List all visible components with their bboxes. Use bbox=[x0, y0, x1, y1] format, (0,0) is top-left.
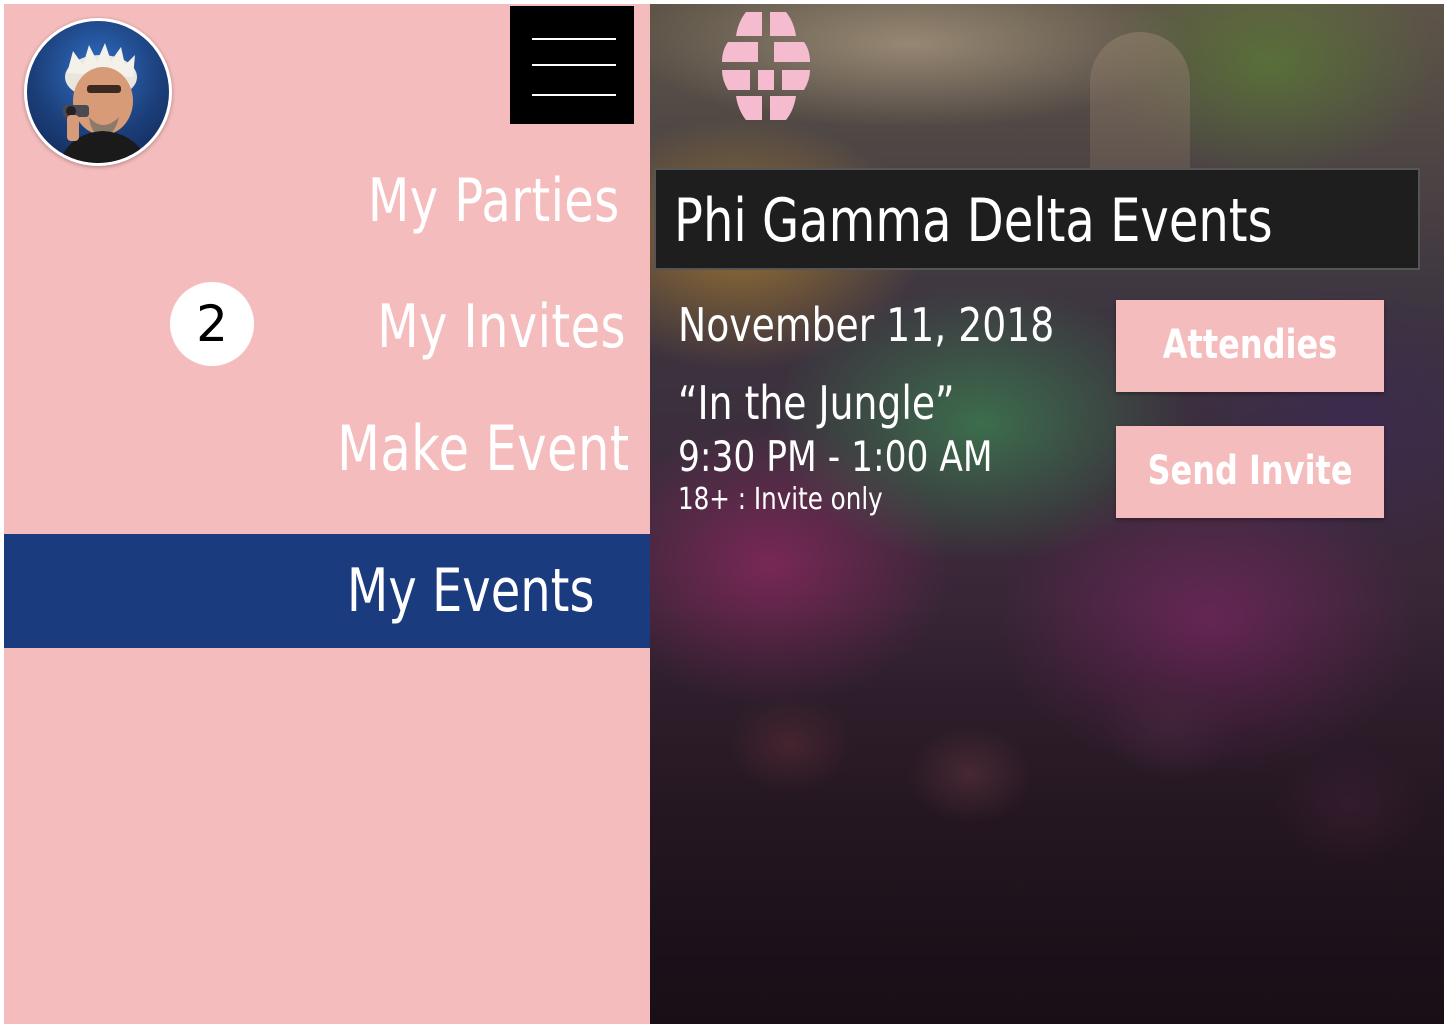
background-temple bbox=[1090, 32, 1190, 172]
attendees-button-label: Attendies bbox=[1162, 322, 1338, 368]
page-title-bar: Phi Gamma Delta Events bbox=[654, 168, 1420, 270]
send-invite-button-label: Send Invite bbox=[1147, 448, 1353, 494]
event-restriction: 18+ : Invite only bbox=[678, 482, 883, 517]
attendees-button[interactable]: Attendies bbox=[1116, 300, 1384, 392]
event-date: November 11, 2018 bbox=[678, 298, 1055, 352]
menu-bar-top bbox=[532, 38, 616, 40]
nav-item-my-events-label: My Events bbox=[346, 556, 594, 626]
menu-bar-bottom bbox=[532, 94, 616, 96]
nav-item-my-parties[interactable]: My Parties bbox=[368, 166, 620, 236]
menu-bar-middle bbox=[532, 64, 616, 66]
globe-logo-icon bbox=[722, 12, 810, 120]
avatar-image bbox=[59, 43, 149, 163]
event-time: 9:30 PM - 1:00 AM bbox=[678, 432, 993, 481]
invites-count-badge: 2 bbox=[170, 282, 254, 366]
send-invite-button[interactable]: Send Invite bbox=[1116, 426, 1384, 518]
nav-item-my-events[interactable]: My Events bbox=[4, 534, 650, 648]
sidebar: My Parties 2 My Invites Make Event My Ev… bbox=[4, 4, 650, 1024]
app-frame: My Parties 2 My Invites Make Event My Ev… bbox=[4, 4, 1444, 1024]
event-detail-panel: Phi Gamma Delta Events November 11, 2018… bbox=[650, 4, 1444, 1024]
avatar[interactable] bbox=[24, 18, 172, 166]
page-title: Phi Gamma Delta Events bbox=[674, 186, 1273, 256]
nav-item-make-event[interactable]: Make Event bbox=[337, 412, 630, 485]
hamburger-menu-icon[interactable] bbox=[510, 6, 634, 124]
event-theme: “In the Jungle” bbox=[678, 376, 955, 430]
nav-item-my-invites[interactable]: My Invites bbox=[377, 292, 626, 362]
